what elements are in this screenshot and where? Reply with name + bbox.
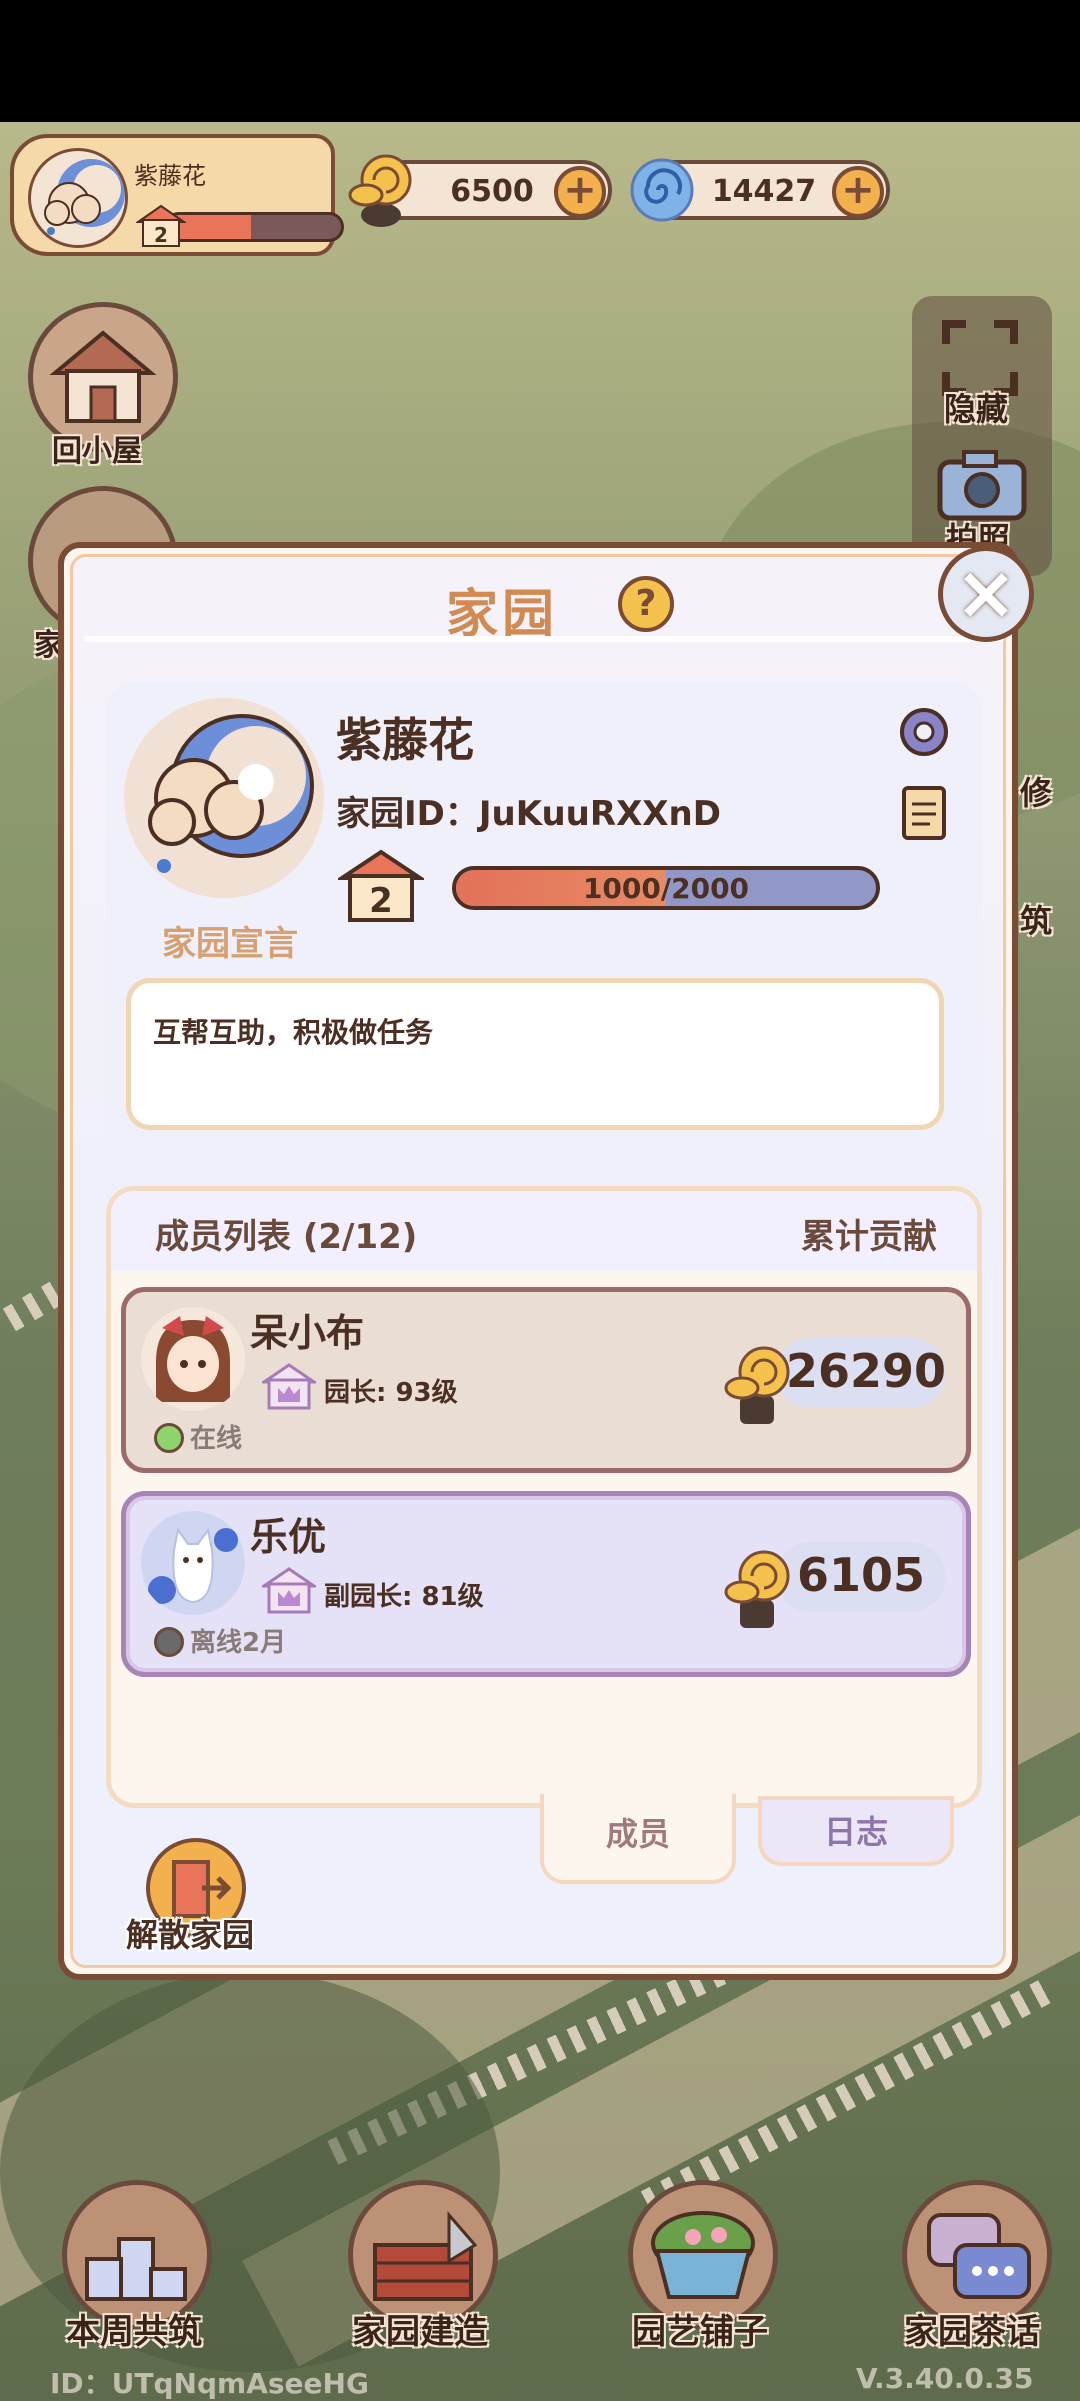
declaration-box[interactable]: 互帮互助，积极做任务 [126, 978, 944, 1130]
members-header: 成员列表 (2/12) 累计贡献 [111, 1191, 977, 1271]
members-list-card: 成员列表 (2/12) 累计贡献 呆小布 园长: 93级 在线 26290 乐优… [106, 1186, 982, 1808]
member-status: 离线2月 [154, 1622, 286, 1659]
member-contribution: 6105 [796, 1548, 926, 1602]
golden-snail-icon [348, 154, 412, 227]
build-label: 筑 [1020, 902, 1053, 940]
crown-house-icon [262, 1567, 316, 1614]
tea-chat-label: 家园茶话 [904, 2312, 1040, 2352]
settings-gear-icon[interactable] [894, 702, 954, 762]
member-status-text: 在线 [190, 1424, 243, 1454]
tab-members[interactable]: 成员 [540, 1794, 736, 1884]
tab-log[interactable]: 日志 [758, 1796, 954, 1866]
home-level-number: 2 [369, 881, 393, 921]
home-garden-dialog: 家园 ? 紫藤花 家园ID：JuKuuRXXnD 2 1000/2000 家园宣… [58, 542, 1018, 1980]
member-role: 副园长: 81级 [324, 1582, 484, 1612]
contribution-title: 累计贡献 [801, 1217, 937, 1257]
back-home-label: 回小屋 [52, 434, 142, 469]
home-avatar [124, 698, 324, 898]
hide-label: 隐藏 [944, 390, 1009, 428]
home-level-house-icon: 2 [338, 849, 424, 922]
girl-avatar-icon [141, 1307, 245, 1411]
home-exp-bar: 1000/2000 [452, 866, 880, 910]
cat-avatar-icon [141, 1511, 245, 1615]
snail-currency-value: 6500 [450, 174, 534, 209]
member-status: 在线 [154, 1418, 242, 1455]
copy-id-icon[interactable] [900, 784, 954, 844]
add-swirl-currency-button[interactable]: + [832, 166, 884, 218]
player-avatar [28, 148, 128, 248]
golden-snail-icon [724, 1346, 790, 1424]
members-title: 成员列表 (2/12) [155, 1217, 418, 1257]
garden-shop-label: 园艺铺子 [632, 2312, 768, 2352]
title-divider [84, 636, 1004, 642]
swirl-currency-value: 14427 [711, 174, 817, 209]
home-id-label: 家园ID： [336, 794, 479, 834]
repair-label: 修 [1020, 774, 1053, 812]
member-avatar [140, 1306, 246, 1412]
player-level-bar [164, 212, 344, 242]
house-level-icon: 2 [136, 204, 186, 247]
add-snail-currency-button[interactable]: + [554, 166, 606, 218]
offline-status-dot [154, 1627, 184, 1657]
player-name: 紫藤花 [134, 162, 206, 190]
member-status-text: 离线2月 [190, 1628, 287, 1658]
member-contribution: 26290 [786, 1344, 947, 1398]
member-role: 园长: 93级 [324, 1378, 458, 1408]
dissolve-home-label: 解散家园 [126, 1916, 255, 1954]
footer-version: V.3.40.0.35 [856, 2362, 1034, 2395]
online-status-dot [154, 1423, 184, 1453]
close-dialog-button[interactable]: × [938, 546, 1034, 642]
weekly-build-label: 本周共筑 [66, 2312, 202, 2352]
blue-swirl-icon [630, 158, 694, 222]
member-avatar [140, 1510, 246, 1616]
home-build-label: 家园建造 [352, 2312, 488, 2352]
player-profile-card[interactable]: 紫藤花 2 [10, 134, 344, 256]
declaration-text: 互帮互助，积极做任务 [153, 1016, 434, 1049]
member-row[interactable]: 乐优 副园长: 81级 离线2月 6105 [121, 1491, 971, 1677]
home-exp-text: 1000/2000 [582, 872, 750, 905]
declaration-label: 家园宣言 [162, 924, 298, 964]
home-name: 紫藤花 [336, 713, 474, 767]
cloud-moon-icon [44, 159, 125, 235]
golden-snail-icon [724, 1550, 790, 1628]
crown-house-icon [262, 1363, 316, 1410]
footer-user-id: ID：UTqNqmAseeHG [50, 2367, 369, 2400]
member-row[interactable]: 呆小布 园长: 93级 在线 26290 [121, 1287, 971, 1473]
home-info-card: 紫藤花 家园ID：JuKuuRXXnD 2 1000/2000 家园宣言 互帮互… [106, 682, 982, 1162]
member-name: 呆小布 [250, 1311, 365, 1355]
cloud-moon-icon [148, 714, 314, 873]
home-id-row: 家园ID：JuKuuRXXnD [336, 786, 721, 835]
member-name: 乐优 [250, 1515, 327, 1559]
home-id-value: JuKuuRXXnD [478, 794, 721, 834]
help-icon[interactable]: ? [618, 576, 674, 632]
player-level-number: 2 [154, 223, 168, 247]
